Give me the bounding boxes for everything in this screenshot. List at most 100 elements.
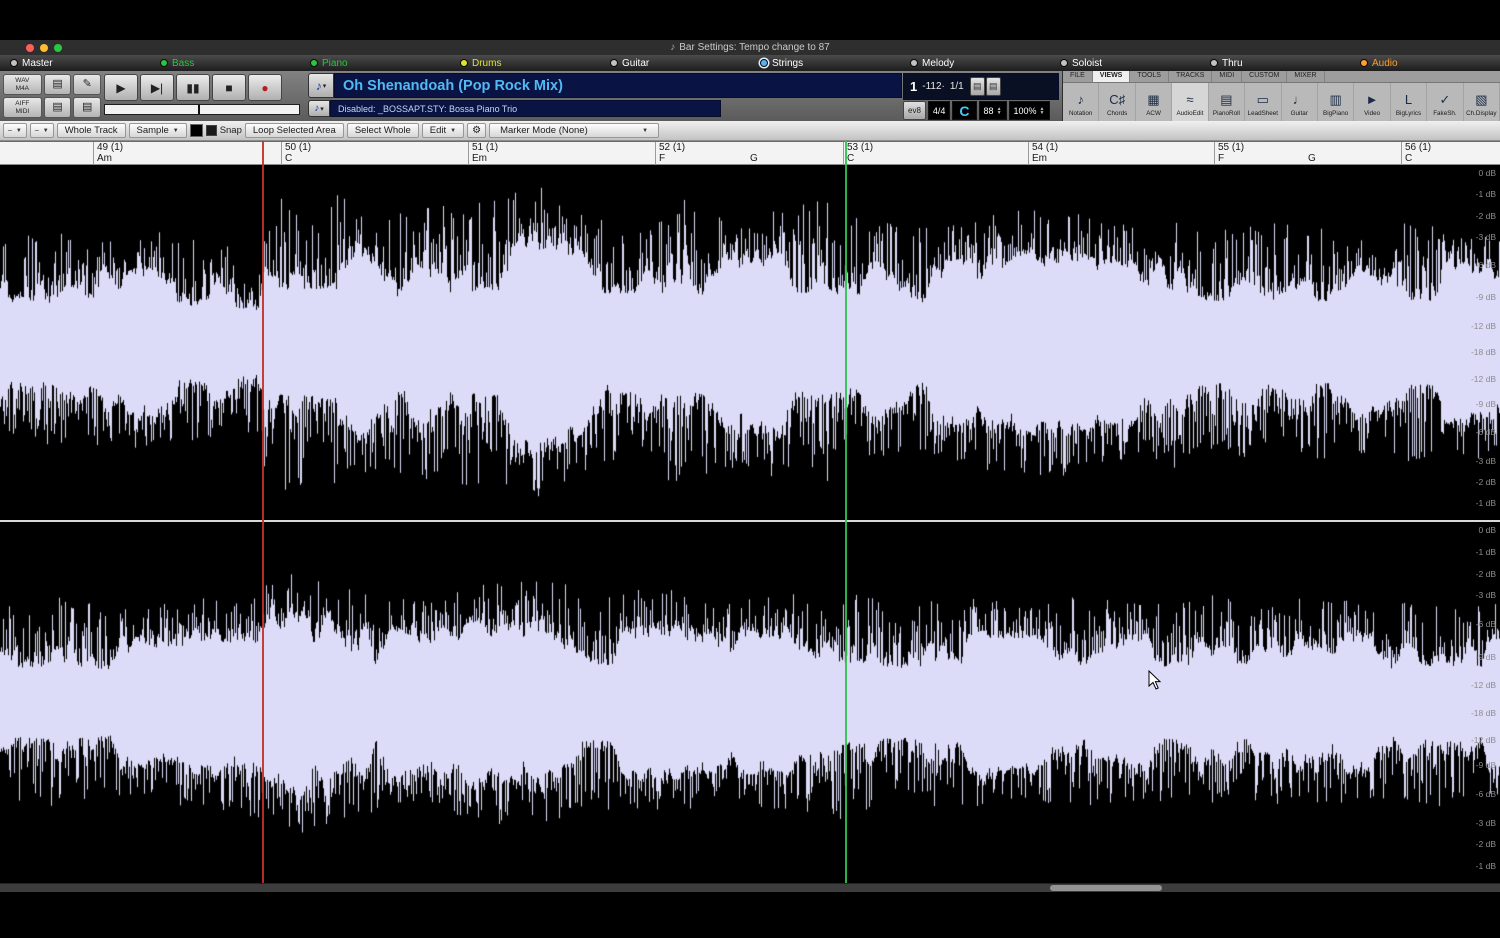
pianoroll-button[interactable]: ▤PianoRoll [1209,83,1245,121]
zoom-window-button[interactable] [54,44,62,52]
whole-track-button[interactable]: Whole Track [57,123,126,138]
select-whole-button[interactable]: Select Whole [347,123,419,138]
fakesh-button[interactable]: ✓FakeSh. [1427,83,1463,121]
main-toolbar: WAVM4A▤✎AIFFMIDI▤▤ ▶▶|▮▮■● ♪▾ Oh Shenand… [0,71,1500,122]
scrollbar-thumb[interactable] [1050,885,1162,891]
status-c[interactable]: C [952,101,976,120]
render-wav-m4a-button[interactable]: WAVM4A [3,74,42,95]
file-icon: ▤ [82,101,92,113]
save-as-button[interactable]: ▤ [73,97,101,118]
record-button[interactable]: ● [248,74,282,101]
waveform-channel-right[interactable] [0,522,1500,883]
ch-display-button[interactable]: ▧Ch.Display [1464,83,1500,121]
status-4-4[interactable]: 4/4 [928,101,951,120]
bar-number: 1 [910,79,917,94]
tab-custom[interactable]: CUSTOM [1242,71,1287,82]
bar-ruler[interactable]: 49 (1)Am50 (1)C51 (1)Em52 (1)F53 (1)C54 … [0,141,1500,165]
waveform-channel-left[interactable] [0,165,1500,520]
zoom-out-mini-dropdown[interactable]: –▼ [3,123,27,138]
chordsheet-window-button[interactable]: ▤ [986,77,1001,96]
track-soloist[interactable]: Soloist [1050,58,1200,69]
track-strings[interactable]: Strings [750,58,900,69]
snap-checkbox[interactable]: Snap [206,125,242,136]
track-drums[interactable]: Drums [450,58,600,69]
chevron-down-icon: ▼ [16,128,22,134]
zoom-in-mini-dropdown[interactable]: –▼ [30,123,54,138]
pianoroll-icon: ▤ [1220,90,1232,110]
save-song-button[interactable]: ▤ [44,97,72,118]
checkbox-icon[interactable] [206,125,217,136]
sample-dropdown[interactable]: Sample▼ [129,123,187,138]
waveform-area[interactable]: 0 dB-1 dB-2 dB-3 dB-6 dB-9 dB-12 dB-18 d… [0,165,1500,883]
track-dot-icon [1210,59,1218,67]
track-master[interactable]: Master [0,58,150,69]
track-thru[interactable]: Thru [1200,58,1350,69]
song-title-menu-button[interactable]: ♪▾ [308,73,334,98]
track-dot-icon [310,59,318,67]
note-icon: ♪ [314,103,319,114]
video-button[interactable]: ►Video [1354,83,1390,121]
track-piano[interactable]: Piano [300,58,450,69]
notation-button[interactable]: ♪Notation [1063,83,1099,121]
db-label: -12 dB [1471,680,1496,690]
tab-views[interactable]: VIEWS [1093,71,1131,82]
tab-midi[interactable]: MIDI [1212,71,1242,82]
close-window-button[interactable] [26,44,34,52]
tab-file[interactable]: FILE [1063,71,1093,82]
loop-start-marker[interactable] [262,141,264,883]
status-ev8[interactable]: ev8 [903,101,926,120]
play-button[interactable]: ▶ [104,74,138,101]
track-melody[interactable]: Melody [900,58,1050,69]
bar-tick [93,142,94,166]
song-title-field[interactable]: Oh Shenandoah (Pop Rock Mix) [334,73,902,98]
tab-tracks[interactable]: TRACKS [1169,71,1212,82]
chord-label: C [285,153,292,165]
edit-song-button[interactable]: ✎ [73,74,101,95]
aiff-midi-button[interactable]: AIFFMIDI [3,97,42,118]
tab-tools[interactable]: TOOLS [1130,71,1169,82]
audioedit-button[interactable]: ≈AudioEdit [1172,83,1208,121]
spinner-icon[interactable]: ▲▼ [997,107,1002,115]
settings-gear-button[interactable]: ⚙ [467,123,486,138]
status-88[interactable]: 88▲▼ [979,101,1007,120]
loop-selected-area-button[interactable]: Loop Selected Area [245,123,344,138]
db-label: -6 dB [1476,789,1496,799]
spinner-icon[interactable]: ▲▼ [1040,107,1045,115]
marker-mode-dropdown[interactable]: Marker Mode (None)▼ [489,123,659,138]
playback-position-marker[interactable] [845,141,847,883]
track-guitar[interactable]: Guitar [600,58,750,69]
acw-button[interactable]: ▦ACW [1136,83,1172,121]
track-dot-icon [460,59,468,67]
bar-tick [1028,142,1029,166]
chord-label: F [659,153,665,165]
track-label: Drums [472,58,501,69]
status-100[interactable]: 100%▲▼ [1009,101,1050,120]
chords-button[interactable]: C♯Chords [1099,83,1135,121]
play-from-bar-button[interactable]: ▶| [140,74,174,101]
chevron-down-icon: ▾ [320,105,324,113]
db-label: -3 dB [1476,590,1496,600]
bar-number-label: 54 (1) [1032,142,1058,153]
song-progress-strip[interactable] [104,104,300,115]
leadsheet-button[interactable]: ▭LeadSheet [1245,83,1281,121]
notation-window-button[interactable]: ▤ [970,77,985,96]
minimize-window-button[interactable] [40,44,48,52]
chord-label: C [1405,153,1412,165]
waveform-color-swatch[interactable] [190,124,203,137]
pause-button[interactable]: ▮▮ [176,74,210,101]
edit-dropdown[interactable]: Edit▼ [422,123,464,138]
tab-mixer[interactable]: MIXER [1287,71,1324,82]
horizontal-scrollbar[interactable] [0,883,1500,892]
guitar-button[interactable]: ♩Guitar [1282,83,1318,121]
style-field[interactable]: Disabled: _BOSSAPT.STY: Bossa Piano Trio [330,100,721,117]
bar-tick [655,142,656,166]
stop-button[interactable]: ■ [212,74,246,101]
biglyrics-button[interactable]: LBigLyrics [1391,83,1427,121]
bar-tick [281,142,282,166]
track-audio[interactable]: Audio [1350,58,1500,69]
note-icon: ♪ [670,42,675,53]
style-menu-button[interactable]: ♪▾ [308,100,330,117]
open-song-button[interactable]: ▤ [44,74,72,95]
track-bass[interactable]: Bass [150,58,300,69]
bigpiano-button[interactable]: ▥BigPiano [1318,83,1354,121]
